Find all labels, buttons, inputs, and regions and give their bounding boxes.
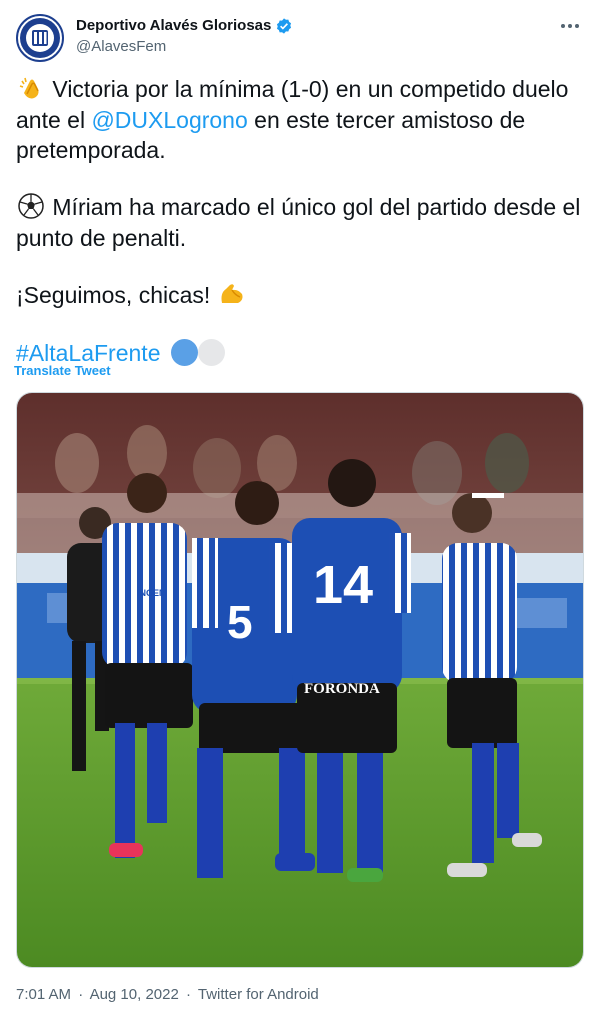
- tweet-date[interactable]: Aug 10, 2022: [90, 986, 179, 1003]
- deportivo-alaves-crest-icon: [20, 18, 60, 58]
- soccer-ball-icon: [16, 193, 46, 223]
- svg-text:5: 5: [227, 596, 253, 648]
- blue-circle-icon: [170, 339, 198, 366]
- handle[interactable]: @AlavesFem: [76, 37, 293, 57]
- svg-text:INGEM: INGEM: [137, 588, 167, 598]
- sponsor-foronda: FORONDA: [304, 681, 380, 697]
- tweet-paragraph-2: Míriam ha marcado el único gol del parti…: [16, 193, 581, 251]
- translate-tweet-link[interactable]: Translate Tweet: [14, 363, 111, 378]
- more-button[interactable]: [558, 14, 582, 38]
- tweet-photo[interactable]: 5 14 FORONDA INGEM: [16, 392, 584, 968]
- avatar[interactable]: [16, 14, 64, 62]
- svg-text:14: 14: [313, 555, 373, 615]
- clapping-hands-icon: [16, 75, 46, 105]
- players-celebration-photo: 5 14 FORONDA INGEM: [17, 393, 583, 967]
- mention-link[interactable]: @DUXLogrono: [91, 107, 247, 133]
- flexed-biceps-icon: [217, 281, 247, 311]
- tweet-paragraph-3: ¡Seguimos, chicas!: [16, 280, 586, 311]
- display-name[interactable]: Deportivo Alavés Gloriosas: [76, 16, 271, 36]
- more-dots-icon: [561, 24, 579, 28]
- tweet-paragraph-1: Victoria por la mínima (1-0) en un compe…: [16, 75, 569, 163]
- verified-badge-icon: [277, 18, 292, 34]
- tweet-source[interactable]: Twitter for Android: [198, 986, 319, 1003]
- tweet-meta: 7:01 AM · Aug 10, 2022 · Twitter for And…: [16, 986, 319, 1003]
- tweet-time[interactable]: 7:01 AM: [16, 986, 71, 1003]
- tweet-text: Victoria por la mínima (1-0) en un compe…: [16, 74, 586, 368]
- white-circle-icon: [197, 339, 225, 366]
- tweet-header: Deportivo Alavés Gloriosas @AlavesFem: [16, 12, 584, 64]
